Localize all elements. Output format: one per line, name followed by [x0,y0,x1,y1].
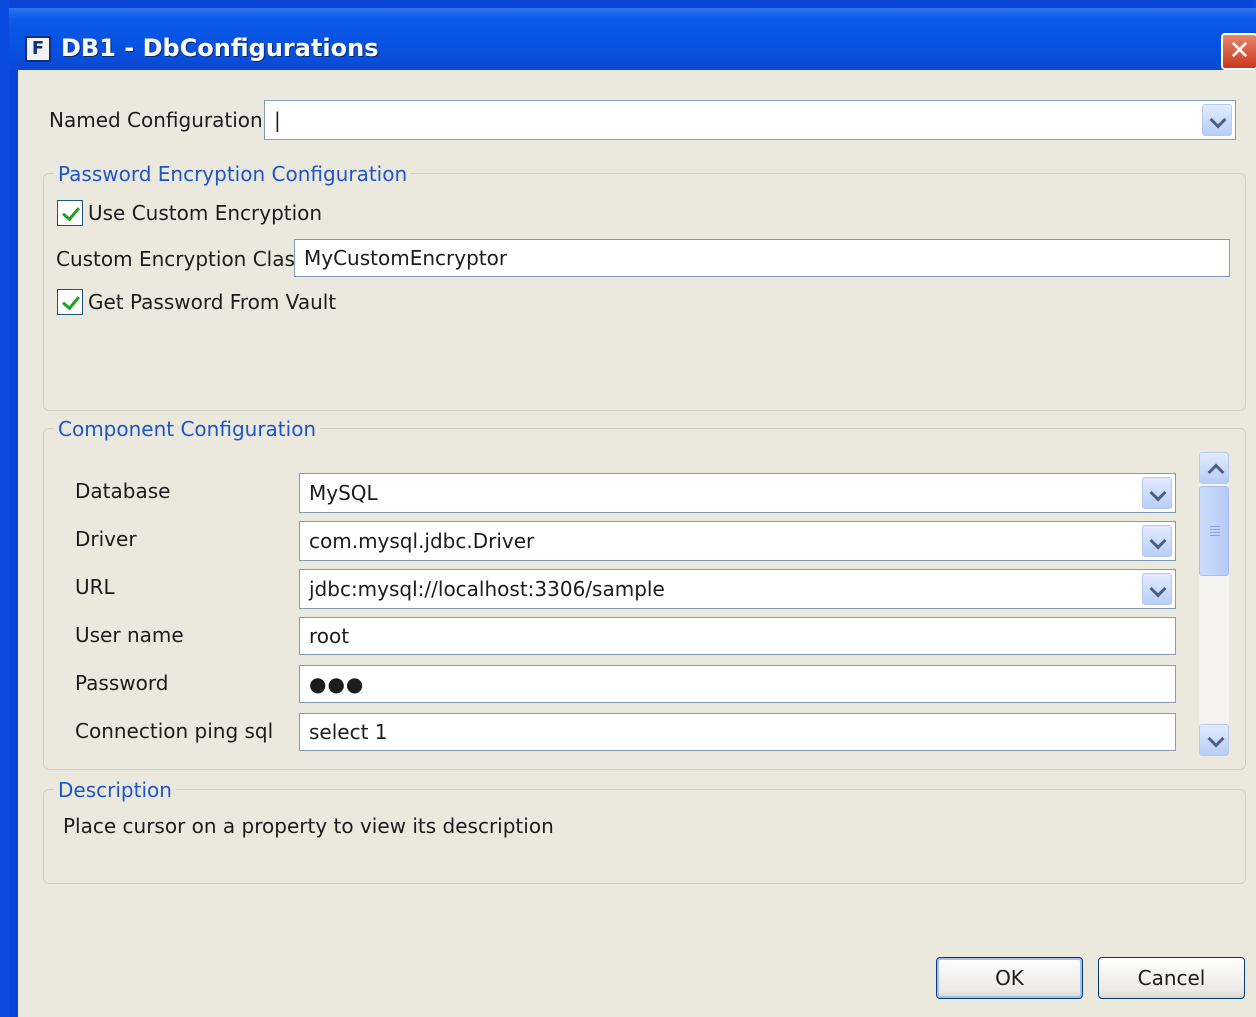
connection-ping-sql-input[interactable]: select 1 [299,713,1176,751]
title-bar[interactable]: F DB1 - DbConfigurations ✕ [9,8,1256,70]
user-name-label: User name [75,623,184,647]
get-password-from-vault-checkbox[interactable] [57,289,83,315]
url-value: jdbc:mysql://localhost:3306/sample [309,577,665,601]
database-dropdown-button[interactable] [1142,477,1172,509]
named-configuration-dropdown-button[interactable] [1202,104,1232,136]
url-dropdown-button[interactable] [1142,573,1172,605]
component-configuration-group-title: Component Configuration [54,417,321,441]
named-configuration-label: Named Configuration [49,108,263,132]
app-icon: F [25,36,51,62]
named-configuration-combo[interactable]: | [264,100,1236,140]
password-input[interactable]: ●●● [299,665,1176,703]
driver-combo[interactable]: com.mysql.jdbc.Driver [299,521,1176,561]
custom-encryption-class-label: Custom Encryption Clas [56,247,295,271]
dialog-window: F DB1 - DbConfigurations ✕ Named Configu… [0,0,1256,1017]
named-configuration-value: | [274,108,281,132]
url-label: URL [75,575,115,599]
driver-dropdown-button[interactable] [1142,525,1172,557]
get-password-from-vault-label: Get Password From Vault [88,290,337,314]
password-label: Password [75,671,169,695]
cancel-button[interactable]: Cancel [1098,957,1245,999]
window-title: DB1 - DbConfigurations [61,34,379,62]
database-combo[interactable]: MySQL [299,473,1176,513]
database-label: Database [75,479,171,503]
url-combo[interactable]: jdbc:mysql://localhost:3306/sample [299,569,1176,609]
use-custom-encryption-label: Use Custom Encryption [88,201,323,225]
database-value: MySQL [309,481,378,505]
close-button[interactable]: ✕ [1221,33,1256,70]
use-custom-encryption-checkbox[interactable] [57,200,83,226]
component-scrollbar[interactable] [1199,452,1229,756]
scroll-up-icon[interactable] [1199,452,1229,484]
user-name-input[interactable]: root [299,617,1176,655]
ok-button[interactable]: OK [936,957,1083,999]
dialog-body: Named Configuration | Password Encryptio… [18,70,1256,1017]
scroll-down-icon[interactable] [1199,724,1229,756]
password-encryption-group-title: Password Encryption Configuration [54,162,412,186]
custom-encryption-class-input[interactable]: MyCustomEncryptor [294,239,1230,277]
description-group-title: Description [54,778,176,802]
scrollbar-thumb[interactable] [1199,486,1229,576]
driver-label: Driver [75,527,137,551]
driver-value: com.mysql.jdbc.Driver [309,529,535,553]
connection-ping-sql-label: Connection ping sql [75,719,274,743]
description-text: Place cursor on a property to view its d… [63,814,554,838]
